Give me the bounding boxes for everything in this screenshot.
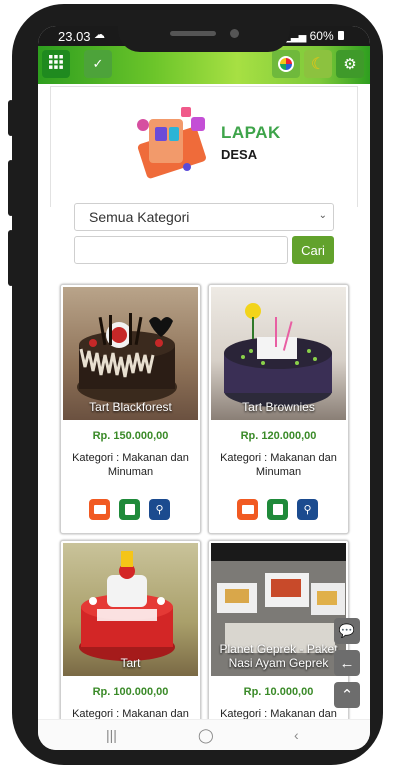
search-input[interactable] bbox=[74, 236, 288, 264]
grid-menu-icon bbox=[48, 54, 64, 75]
phone-notch bbox=[118, 26, 290, 52]
brand-title: LAPAK bbox=[221, 123, 281, 142]
status-right: ▁▃▅ 60% bbox=[283, 29, 344, 43]
search-button[interactable]: Cari bbox=[292, 236, 334, 264]
phone-screen: 23.03 ☁ ▁▃▅ 60% ✓ ☾ ⚙ LAPAK DESA Semua K… bbox=[38, 26, 370, 750]
gear-icon: ⚙ bbox=[343, 56, 357, 73]
phone-volume-up bbox=[8, 160, 14, 216]
phone-side-button bbox=[8, 100, 14, 136]
brand-subtitle: DESA bbox=[221, 147, 258, 162]
detail-button[interactable] bbox=[237, 499, 258, 520]
location-pin-icon: ⚲ bbox=[303, 504, 312, 516]
back-nav-icon[interactable]: ‹ bbox=[294, 727, 299, 743]
product-name: Tart Blackforest bbox=[89, 400, 172, 414]
buy-button[interactable] bbox=[267, 499, 288, 520]
check-button[interactable]: ✓ bbox=[84, 50, 112, 78]
location-pin-icon: ⚲ bbox=[155, 504, 164, 516]
battery-icon bbox=[338, 31, 344, 40]
color-theme-button[interactable] bbox=[272, 50, 300, 78]
status-time: 23.03 bbox=[58, 29, 91, 44]
recent-apps-icon[interactable]: ||| bbox=[106, 727, 117, 743]
detail-button[interactable] bbox=[89, 499, 110, 520]
product-image: Tart Brownies bbox=[211, 287, 346, 420]
back-button[interactable]: ← bbox=[334, 650, 360, 676]
phone-volume-down bbox=[8, 230, 14, 286]
scroll-top-button[interactable]: ⌃ bbox=[334, 682, 360, 708]
camera bbox=[230, 29, 239, 38]
battery-level: 60% bbox=[309, 29, 334, 43]
product-category: Kategori : Makanan dan Minuman bbox=[72, 452, 189, 478]
location-button[interactable]: ⚲ bbox=[297, 499, 318, 520]
category-select-value: Semua Kategori bbox=[89, 209, 190, 225]
product-image: Tart Blackforest bbox=[63, 287, 198, 420]
product-category: Kategori : Makanan dan Minuman bbox=[220, 452, 337, 478]
category-select[interactable]: Semua Kategori ⌄ bbox=[74, 203, 334, 231]
arrow-left-icon: ← bbox=[339, 654, 355, 672]
product-name: Tart Brownies bbox=[242, 400, 315, 414]
folder-icon bbox=[93, 505, 106, 514]
night-mode-button[interactable]: ☾ bbox=[304, 50, 332, 78]
product-price: Rp. 150.000,00 bbox=[92, 430, 169, 442]
logo-section: LAPAK DESA bbox=[50, 86, 358, 207]
product-image: Planet Geprek - Paket Nasi Ayam Geprek bbox=[211, 543, 346, 676]
product-price: Rp. 120.000,00 bbox=[240, 430, 317, 442]
chat-button[interactable]: 💬 bbox=[334, 618, 360, 644]
android-nav-bar: ||| ◯ ‹ bbox=[38, 719, 370, 750]
folder-icon bbox=[241, 505, 254, 514]
main-content: LAPAK DESA Semua Kategori ⌄ Cari Tart Bl… bbox=[50, 86, 360, 750]
marketplace-logo-illustration bbox=[137, 107, 206, 179]
product-card[interactable]: Tart Blackforest Rp. 150.000,00 Kategori… bbox=[60, 284, 201, 534]
cloud-upload-icon: ☁ bbox=[94, 29, 105, 41]
product-name: Tart bbox=[120, 656, 141, 670]
product-price: Rp. 100.000,00 bbox=[92, 686, 169, 698]
speaker bbox=[170, 31, 216, 36]
product-price: Rp. 10.000,00 bbox=[243, 686, 314, 698]
settings-button[interactable]: ⚙ bbox=[336, 50, 364, 78]
home-icon[interactable]: ◯ bbox=[198, 727, 214, 744]
chevron-up-icon: ⌃ bbox=[340, 687, 354, 704]
shopping-bag-icon bbox=[272, 504, 283, 515]
location-button[interactable]: ⚲ bbox=[149, 499, 170, 520]
product-name: Planet Geprek - Paket Nasi Ayam Geprek bbox=[219, 642, 338, 670]
shopping-bag-icon bbox=[124, 504, 135, 515]
menu-button[interactable] bbox=[42, 50, 70, 78]
moon-star-icon: ☾ bbox=[310, 56, 326, 73]
chat-bubble-icon: 💬 bbox=[338, 623, 356, 638]
check-icon: ✓ bbox=[92, 56, 104, 71]
color-wheel-icon bbox=[278, 56, 294, 72]
chevron-down-icon: ⌄ bbox=[318, 210, 327, 221]
product-card[interactable]: Tart Brownies Rp. 120.000,00 Kategori : … bbox=[208, 284, 349, 534]
product-image: Tart bbox=[63, 543, 198, 676]
buy-button[interactable] bbox=[119, 499, 140, 520]
